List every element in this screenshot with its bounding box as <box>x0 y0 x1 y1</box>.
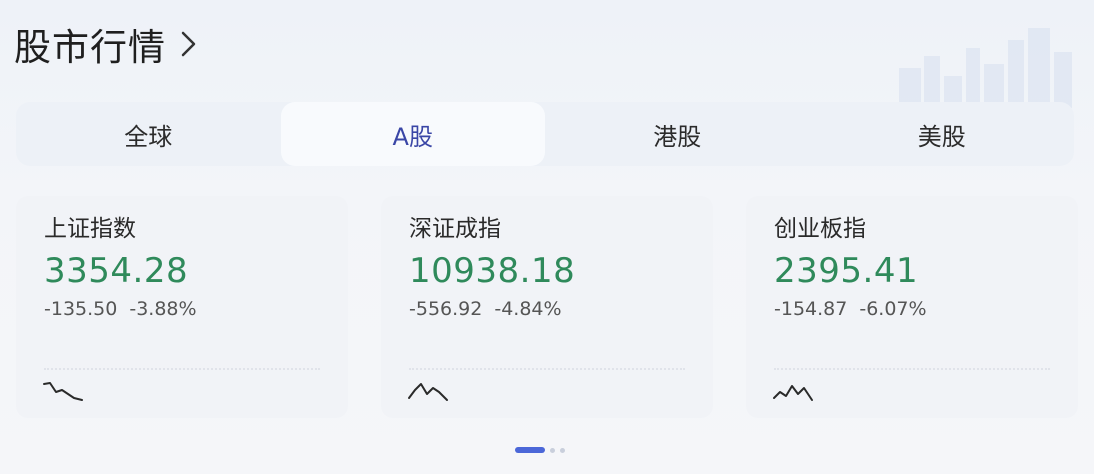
carousel-pager[interactable] <box>515 447 565 453</box>
chevron-right-icon <box>181 31 196 57</box>
tab-hk-shares[interactable]: 港股 <box>545 102 810 166</box>
pager-dot[interactable] <box>550 447 555 453</box>
index-change: -154.87 <box>774 298 848 320</box>
index-change: -556.92 <box>409 298 483 320</box>
chart-baseline <box>774 368 1050 370</box>
pager-dot[interactable] <box>560 447 565 453</box>
section-header[interactable]: 股市行情 <box>14 18 200 70</box>
index-change: -135.50 <box>44 298 118 320</box>
page-title: 股市行情 <box>14 26 166 69</box>
tab-us-shares[interactable]: 美股 <box>810 102 1075 166</box>
chart-baseline <box>409 368 685 370</box>
market-tabs: 全球 A股 港股 美股 <box>16 102 1074 166</box>
index-name: 上证指数 <box>44 216 136 242</box>
index-price: 2395.41 <box>774 251 919 291</box>
chart-baseline <box>44 368 320 370</box>
tab-a-shares[interactable]: A股 <box>280 102 545 166</box>
tab-global[interactable]: 全球 <box>16 102 281 166</box>
index-card-shenzhen[interactable]: 深证成指 10938.18 -556.92 -4.84% <box>381 196 713 418</box>
pager-dot-active[interactable] <box>515 447 545 453</box>
index-card-shanghai[interactable]: 上证指数 3354.28 -135.50 -3.88% <box>16 196 348 418</box>
index-price: 10938.18 <box>409 251 576 291</box>
index-card-chinext[interactable]: 创业板指 2395.41 -154.87 -6.07% <box>746 196 1078 418</box>
index-percent: -4.84% <box>494 298 562 320</box>
index-percent: -6.07% <box>859 298 927 320</box>
city-skyline-decoration <box>899 28 1072 108</box>
index-percent: -3.88% <box>129 298 197 320</box>
index-name: 深证成指 <box>409 216 501 242</box>
index-price: 3354.28 <box>44 251 189 291</box>
sparkline-chart <box>408 383 448 401</box>
sparkline-chart <box>43 382 83 401</box>
index-name: 创业板指 <box>774 216 866 242</box>
sparkline-chart <box>773 385 813 401</box>
index-cards: 上证指数 3354.28 -135.50 -3.88% 深证成指 10938.1… <box>16 196 1078 418</box>
